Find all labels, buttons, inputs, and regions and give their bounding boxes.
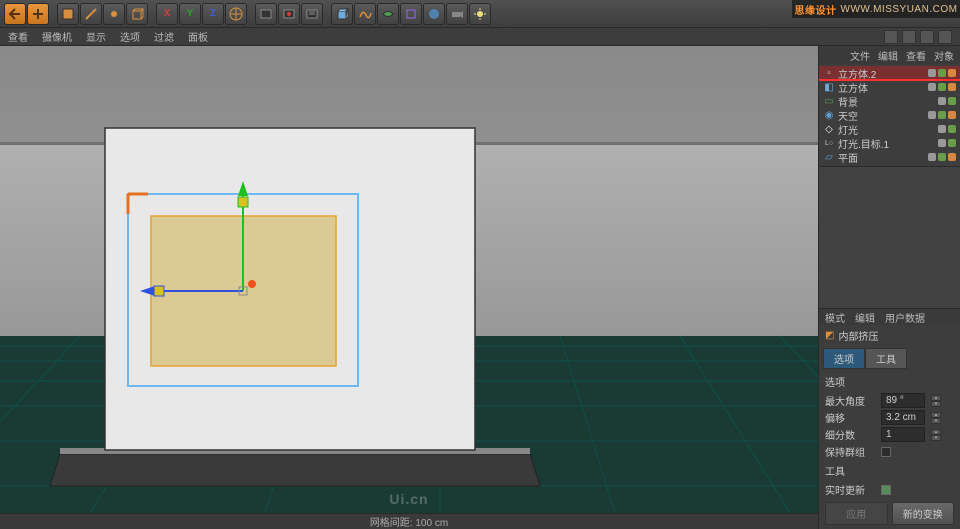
deformer-button[interactable]	[400, 3, 422, 25]
render-region-button[interactable]	[278, 3, 300, 25]
attribute-panel: 模式 编辑 用户数据 ◩ 内部挤压 选项 工具 选项 最大角度 89 ° ▴▾ …	[819, 308, 960, 529]
cube-icon: ▫	[823, 67, 835, 79]
attr-label: 细分数	[825, 427, 875, 442]
attr-label: 偏移	[825, 410, 875, 425]
attr-label: 保持群组	[825, 444, 875, 459]
light-icon: ◇	[823, 123, 835, 135]
realtime-checkbox[interactable]	[881, 485, 891, 495]
right-panel: 文件 编辑 查看 对象 ▫ 立方体.2 ◧ 立方体 ▭ 背景 ◉	[818, 46, 960, 529]
menu-panel[interactable]: 面板	[188, 29, 208, 44]
attr-row-subdiv: 细分数 1 ▴▾	[819, 426, 960, 443]
cube-icon: ◧	[823, 81, 835, 93]
render-button[interactable]	[255, 3, 277, 25]
sky-icon: ◉	[823, 109, 835, 121]
nav-zoom-icon[interactable]	[902, 30, 916, 44]
object-row-background[interactable]: ▭ 背景	[819, 94, 960, 108]
light-button[interactable]	[469, 3, 491, 25]
attr-label: 实时更新	[825, 482, 875, 497]
maxangle-input[interactable]: 89 °	[881, 393, 925, 408]
nav-layout-icon[interactable]	[938, 30, 952, 44]
section-tool-label: 工具	[819, 460, 960, 481]
object-label: 灯光.目标.1	[838, 136, 889, 151]
object-row-cube2[interactable]: ▫ 立方体.2	[819, 66, 960, 80]
object-label: 立方体.2	[838, 66, 876, 81]
attribute-tabs: 选项 工具	[819, 346, 960, 371]
world-axis-button[interactable]	[225, 3, 247, 25]
attr-menu-edit[interactable]: 编辑	[855, 310, 875, 324]
spline-button[interactable]	[354, 3, 376, 25]
scene-render	[0, 46, 818, 529]
attribute-title: ◩ 内部挤压	[819, 325, 960, 346]
object-label: 背景	[838, 94, 858, 109]
nurbs-button[interactable]	[377, 3, 399, 25]
new-transform-button[interactable]: 新的变换	[892, 502, 955, 525]
object-row-light-target[interactable]: L○ 灯光.目标.1	[819, 136, 960, 150]
om-menu-file[interactable]: 文件	[850, 48, 870, 62]
object-manager-header: 文件 编辑 查看 对象	[819, 46, 960, 64]
om-menu-object[interactable]: 对象	[934, 48, 954, 62]
attr-row-offset: 偏移 3.2 cm ▴▾	[819, 409, 960, 426]
site-watermark: 思缘设计WWW.MISSYUAN.COM	[792, 0, 960, 18]
viewport-menubar: 查看 摄像机 显示 选项 过滤 面板	[0, 28, 960, 46]
axis-z-button[interactable]: Z	[202, 3, 224, 25]
menu-filter[interactable]: 过滤	[154, 29, 174, 44]
background-icon: ▭	[823, 95, 835, 107]
render-settings-button[interactable]	[301, 3, 323, 25]
undo-button[interactable]	[4, 3, 26, 25]
panel-spacer	[819, 166, 960, 308]
menu-options[interactable]: 选项	[120, 29, 140, 44]
subdiv-input[interactable]: 1	[881, 427, 925, 442]
object-row-cube[interactable]: ◧ 立方体	[819, 80, 960, 94]
om-menu-edit[interactable]: 编辑	[878, 48, 898, 62]
select-edge-button[interactable]	[80, 3, 102, 25]
menu-view[interactable]: 查看	[8, 29, 28, 44]
attr-row-realtime: 实时更新	[819, 481, 960, 498]
menu-camera[interactable]: 摄像机	[42, 29, 72, 44]
offset-input[interactable]: 3.2 cm	[881, 410, 925, 425]
watermark-logo: Ui.cn	[389, 491, 428, 507]
spinner[interactable]: ▴▾	[931, 429, 941, 441]
axis-x-button[interactable]: X	[156, 3, 178, 25]
object-row-plane[interactable]: ▱ 平面	[819, 150, 960, 164]
viewport-3d[interactable]: Ui.cn	[0, 46, 818, 529]
attribute-header: 模式 编辑 用户数据	[819, 309, 960, 325]
cube-tool-button[interactable]	[126, 3, 148, 25]
add-button[interactable]	[27, 3, 49, 25]
inner-extrude-icon: ◩	[825, 330, 834, 341]
primitive-button[interactable]	[331, 3, 353, 25]
nav-rotate-icon[interactable]	[920, 30, 934, 44]
spinner[interactable]: ▴▾	[931, 412, 941, 424]
attr-label: 最大角度	[825, 393, 875, 408]
environment-button[interactable]	[423, 3, 445, 25]
object-label: 天空	[838, 108, 858, 123]
select-point-button[interactable]	[103, 3, 125, 25]
tab-tool[interactable]: 工具	[865, 348, 907, 369]
status-bar: 网格间距: 100 cm	[0, 513, 818, 529]
select-face-button[interactable]	[57, 3, 79, 25]
axis-y-button[interactable]: Y	[179, 3, 201, 25]
plane-icon: ▱	[823, 151, 835, 163]
object-row-sky[interactable]: ◉ 天空	[819, 108, 960, 122]
attr-menu-mode[interactable]: 模式	[825, 310, 845, 324]
nav-pan-icon[interactable]	[884, 30, 898, 44]
camera-button[interactable]	[446, 3, 468, 25]
menu-display[interactable]: 显示	[86, 29, 106, 44]
attr-row-maxangle: 最大角度 89 ° ▴▾	[819, 392, 960, 409]
object-label: 立方体	[838, 80, 868, 95]
light-target-icon: L○	[823, 137, 835, 149]
object-row-light[interactable]: ◇ 灯光	[819, 122, 960, 136]
grid-spacing-label: 网格间距: 100 cm	[370, 514, 448, 529]
object-label: 平面	[838, 150, 858, 165]
keepgroup-checkbox[interactable]	[881, 447, 891, 457]
apply-button[interactable]: 应用	[825, 502, 888, 525]
attr-menu-userdata[interactable]: 用户数据	[885, 310, 925, 324]
object-list: ▫ 立方体.2 ◧ 立方体 ▭ 背景 ◉ 天空 ◇ 灯光	[819, 64, 960, 166]
attr-row-keepgroup: 保持群组	[819, 443, 960, 460]
object-label: 灯光	[838, 122, 858, 137]
om-menu-view[interactable]: 查看	[906, 48, 926, 62]
tab-options[interactable]: 选项	[823, 348, 865, 369]
section-options-label: 选项	[819, 371, 960, 392]
spinner[interactable]: ▴▾	[931, 395, 941, 407]
